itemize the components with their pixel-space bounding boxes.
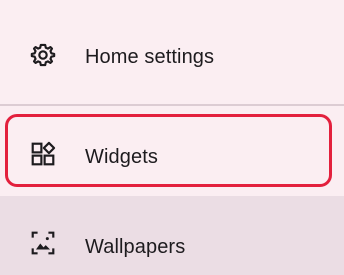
gear-icon: [28, 40, 58, 70]
menu-item-wallpapers[interactable]: Wallpapers: [0, 196, 344, 275]
menu-item-label: Widgets: [85, 146, 158, 168]
widgets-icon: [28, 139, 58, 169]
menu-item-widgets[interactable]: Widgets: [0, 106, 344, 196]
menu-item-home-settings[interactable]: Home settings: [0, 0, 344, 104]
menu-item-label: Home settings: [85, 46, 215, 68]
wallpaper-icon: [28, 228, 58, 258]
launcher-options-menu: Home settings Widgets Wallpapers: [0, 0, 344, 275]
menu-item-label: Wallpapers: [85, 236, 186, 258]
